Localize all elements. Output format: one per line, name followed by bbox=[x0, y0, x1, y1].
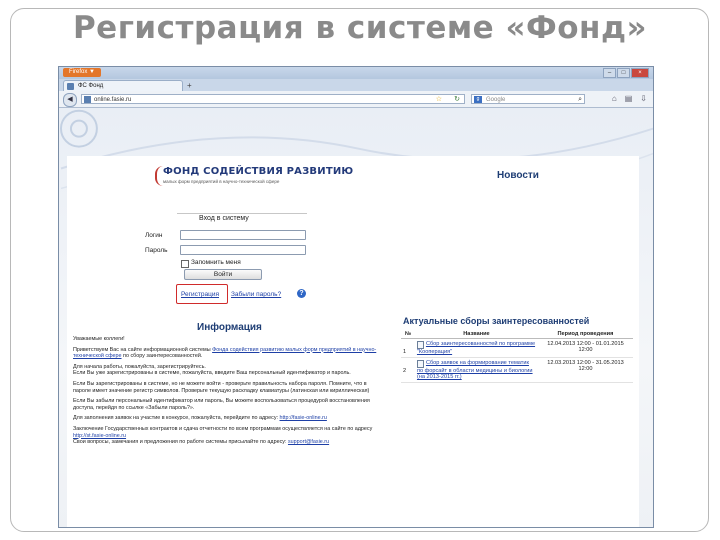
row-period: 12.03.2013 12:00 - 31.05.2013 12:00 bbox=[537, 357, 633, 383]
title-bar: Firefox ▼ – □ × bbox=[59, 67, 653, 79]
table-row: 1 Сбор заинтересованностей по программе … bbox=[401, 338, 633, 358]
main-content: ФОНД СОДЕЙСТВИЯ РАЗВИТИЮ малых форм пред… bbox=[67, 156, 639, 527]
login-divider bbox=[177, 213, 307, 214]
logo-title: ФОНД СОДЕЙСТВИЯ РАЗВИТИЮ bbox=[163, 166, 354, 177]
tab-fond[interactable]: ФС Фонд bbox=[63, 80, 183, 91]
site-favicon-icon bbox=[84, 96, 91, 103]
search-icon[interactable]: ⌕ bbox=[578, 95, 582, 104]
document-icon bbox=[416, 360, 424, 368]
collection-link[interactable]: Сбор заинтересованностей по программе "К… bbox=[417, 341, 535, 355]
table-row: 2 Сбор заявок на формирование тематик по… bbox=[401, 357, 633, 383]
remember-checkbox[interactable] bbox=[181, 260, 189, 268]
table-header-row: № Название Период проведения bbox=[401, 330, 633, 339]
download-icon[interactable]: ⇩ bbox=[640, 94, 647, 104]
tab-title: ФС Фонд bbox=[78, 83, 104, 89]
info-p8-text: Свои вопросы, замечания и предложения по… bbox=[73, 439, 288, 446]
password-label: Пароль bbox=[145, 247, 168, 254]
url-bar[interactable]: online.fasie.ru ☆ ↻ bbox=[81, 94, 465, 104]
login-heading: Вход в систему bbox=[199, 215, 249, 222]
info-paragraph-8: Свои вопросы, замечания и предложения по… bbox=[73, 439, 385, 446]
info-p6-text: Для заполнения заявок на участие в конку… bbox=[73, 415, 280, 422]
browser-window: Firefox ▼ – □ × ФС Фонд + ◀ online.fasie… bbox=[58, 66, 654, 528]
slide-title: Регистрация в системе «Фонд» bbox=[72, 10, 648, 46]
online-form-link[interactable]: http://fasie-online.ru bbox=[280, 415, 327, 421]
web-page: ФОНД СОДЕЙСТВИЯ РАЗВИТИЮ малых форм пред… bbox=[59, 108, 653, 527]
row-name-cell: Сбор заявок на формирование тематик по ф… bbox=[414, 357, 538, 383]
info-paragraph-6: Для заполнения заявок на участие в конку… bbox=[73, 415, 385, 422]
login-input[interactable] bbox=[180, 230, 306, 240]
maximize-icon[interactable]: □ bbox=[617, 68, 630, 78]
info-heading: Информация bbox=[197, 322, 262, 333]
window-controls: – □ × bbox=[603, 68, 649, 78]
search-bar[interactable]: g Google ⌕ bbox=[471, 94, 585, 104]
info-p1-tail: по сбору заинтересованностей. bbox=[121, 353, 203, 360]
info-paragraph-3: Если Вы уже зарегистрированы в системе, … bbox=[73, 370, 351, 377]
forgot-password-link[interactable]: Забыли пароль? bbox=[231, 291, 281, 298]
password-input[interactable] bbox=[180, 245, 306, 255]
info-p1-text: Приветствуем Вас на сайте информационной… bbox=[73, 346, 213, 353]
logo-subtitle: малых форм предприятий в научно-техничес… bbox=[163, 179, 280, 184]
url-text: online.fasie.ru bbox=[94, 97, 132, 103]
column-header: Период проведения bbox=[537, 330, 633, 339]
contracts-link[interactable]: http://st.fasie-online.ru bbox=[73, 433, 126, 439]
row-name-cell: Сбор заинтересованностей по программе "К… bbox=[414, 338, 538, 358]
info-p7-text: Заключение Государственных контрактов и … bbox=[73, 425, 373, 432]
collection-link[interactable]: Сбор заявок на формирование тематик по ф… bbox=[417, 360, 533, 380]
search-placeholder: Google bbox=[486, 97, 506, 103]
row-number: 1 bbox=[401, 338, 415, 358]
remember-label: Запомнить меня bbox=[191, 259, 241, 266]
column-header: № bbox=[401, 330, 415, 339]
bookmarks-icon[interactable]: ▤ bbox=[625, 94, 633, 104]
reload-icon[interactable]: ↻ bbox=[454, 95, 460, 104]
bookmark-star-icon[interactable]: ☆ bbox=[436, 95, 442, 104]
login-label: Логин bbox=[145, 232, 163, 239]
back-arrow-icon[interactable]: ◀ bbox=[63, 93, 77, 107]
firefox-menu-button[interactable]: Firefox ▼ bbox=[63, 68, 101, 77]
fund-logo: ФОНД СОДЕЙСТВИЯ РАЗВИТИЮ малых форм пред… bbox=[155, 166, 353, 192]
google-icon: g bbox=[474, 96, 482, 103]
info-text-block: Уважаемые коллеги! Приветствуем Вас на с… bbox=[73, 336, 385, 450]
favicon-icon bbox=[67, 83, 74, 90]
info-paragraph-4: Если Вы зарегистрированы в системе, но н… bbox=[73, 380, 370, 394]
tab-bar: ФС Фонд + bbox=[59, 79, 653, 91]
row-number: 2 bbox=[401, 357, 415, 383]
row-period: 12.04.2013 12:00 - 01.01.2015 12:00 bbox=[537, 338, 633, 358]
help-icon[interactable]: ? bbox=[297, 289, 306, 298]
info-paragraph-5: Если Вы забыли персональный идентификато… bbox=[73, 398, 370, 411]
fund-collections-heading: Актуальные сборы заинтересованностей bbox=[403, 316, 590, 326]
support-email-link[interactable]: support@fasie.ru bbox=[288, 439, 329, 445]
navigation-bar: ◀ online.fasie.ru ☆ ↻ g Google ⌕ ⌂ ▤ ⇩ bbox=[59, 91, 653, 108]
info-paragraph-7: Заключение Государственных контрактов и … bbox=[73, 426, 385, 439]
toolbar-icons: ⌂ ▤ ⇩ bbox=[612, 94, 647, 104]
new-tab-button[interactable]: + bbox=[187, 81, 192, 90]
info-paragraph-1: Приветствуем Вас на сайте информационной… bbox=[73, 347, 385, 360]
minimize-icon[interactable]: – bbox=[603, 68, 616, 78]
close-icon[interactable]: × bbox=[631, 68, 649, 78]
registration-link[interactable]: Регистрация bbox=[181, 291, 219, 298]
column-header: Название bbox=[414, 330, 538, 339]
login-button[interactable]: Войти bbox=[184, 269, 262, 280]
home-icon[interactable]: ⌂ bbox=[612, 94, 617, 104]
info-greeting: Уважаемые коллеги! bbox=[73, 336, 125, 342]
fund-collections-table: № Название Период проведения 1 Сбор заин… bbox=[401, 330, 633, 383]
document-icon bbox=[416, 341, 424, 349]
news-heading: Новости bbox=[497, 170, 539, 181]
